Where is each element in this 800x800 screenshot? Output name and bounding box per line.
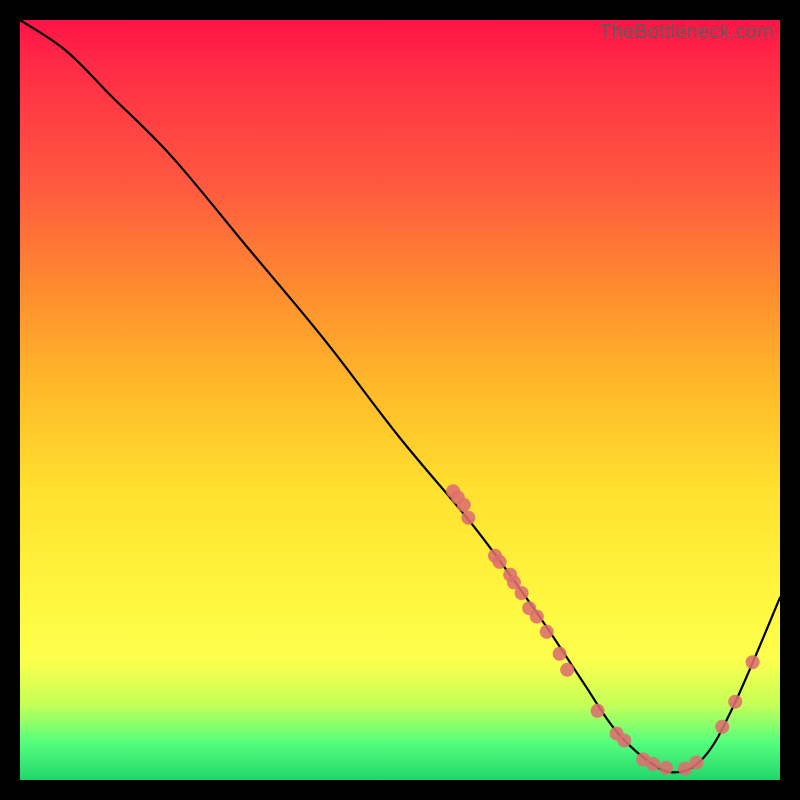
data-point-marker [646,757,660,771]
data-point-marker [530,610,544,624]
chart-overlay [20,20,780,780]
data-point-marker [540,625,554,639]
data-point-marker [728,695,742,709]
bottleneck-curve-line [20,20,780,772]
data-point-marker [715,720,729,734]
chart-frame: TheBottleneck.com [20,20,780,780]
data-point-marker [515,586,529,600]
data-point-marker [553,647,567,661]
data-point-marker [560,663,574,677]
data-point-marker [457,498,471,512]
data-point-marker [659,761,673,775]
data-point-marker [461,511,475,525]
data-point-marker [591,704,605,718]
data-point-marker [617,734,631,748]
data-point-marker [689,756,703,770]
data-point-markers [446,484,759,775]
data-point-marker [493,555,507,569]
data-point-marker [746,655,760,669]
